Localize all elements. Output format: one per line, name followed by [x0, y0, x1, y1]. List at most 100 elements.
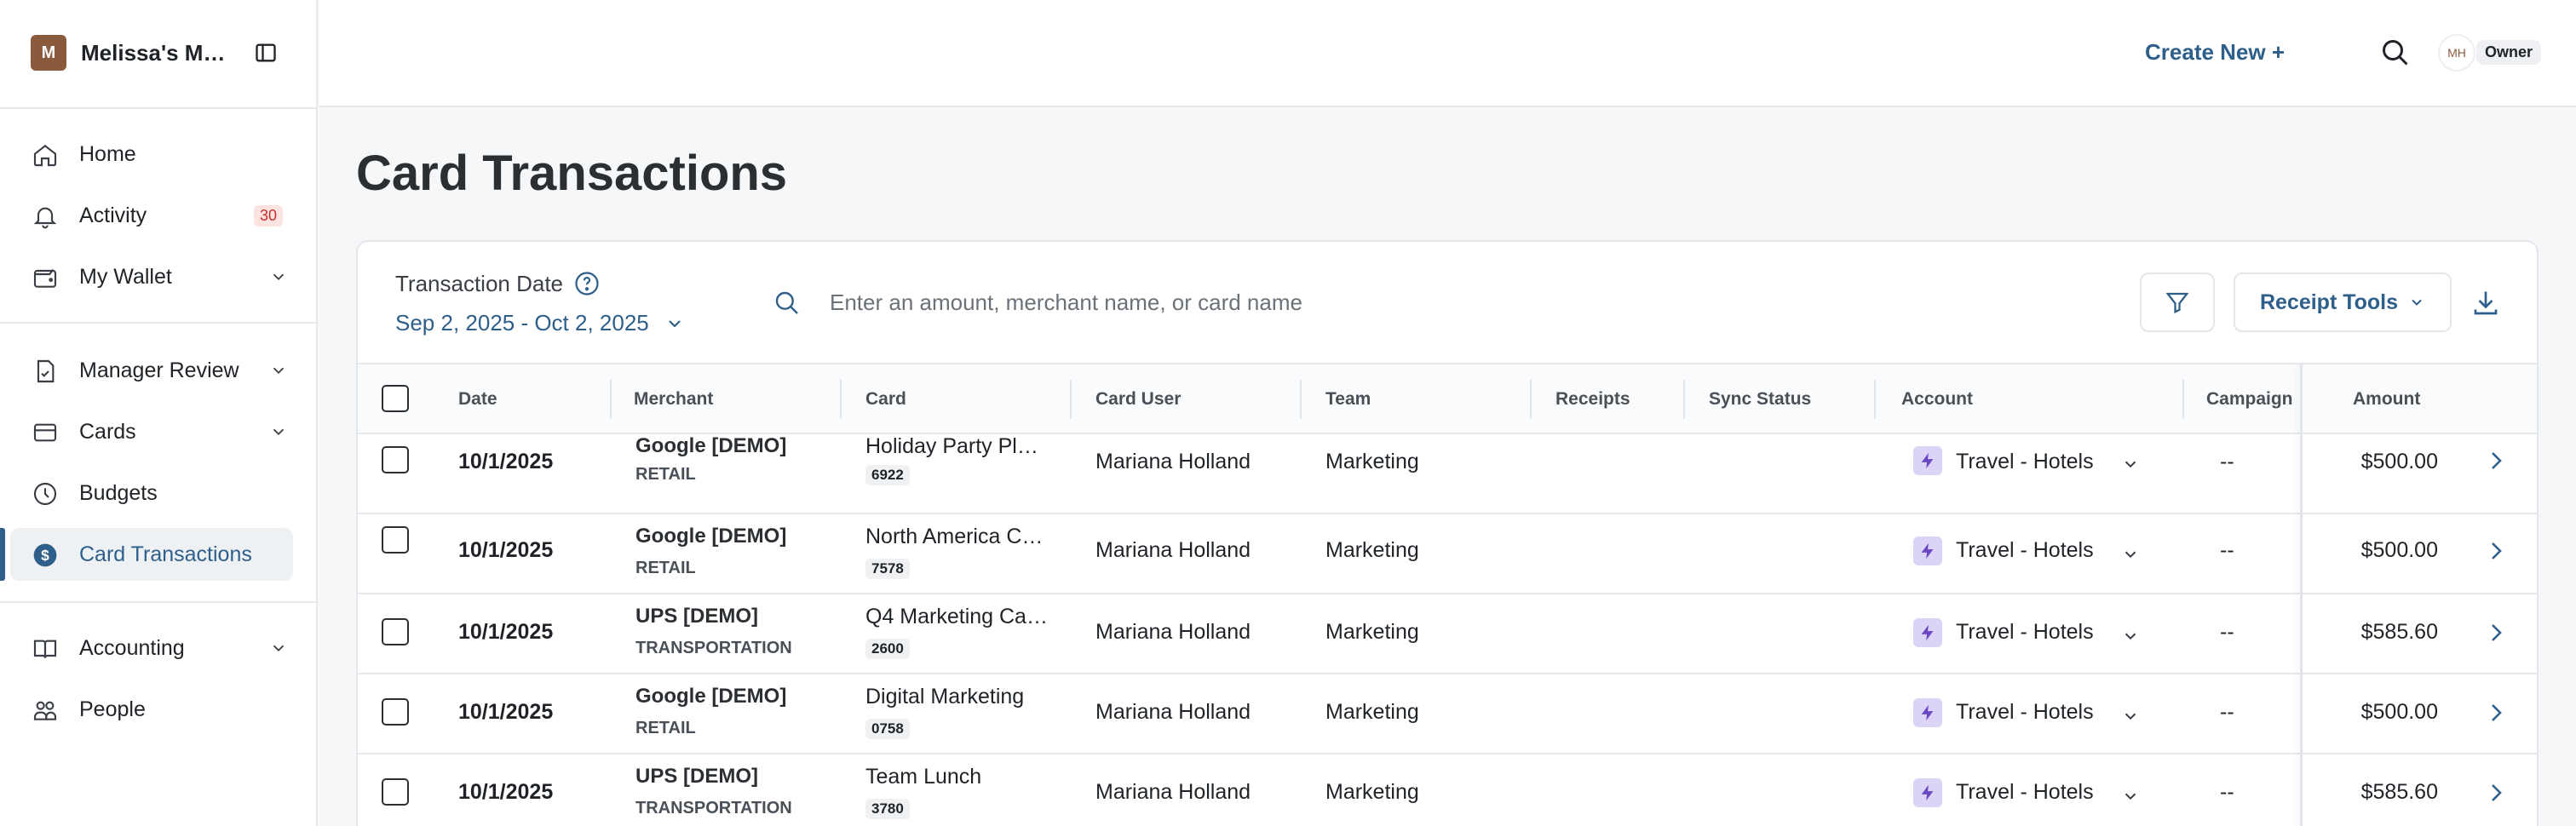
sidebar-item-label: Activity [79, 203, 147, 227]
table-row[interactable]: 10/1/2025 Google [DEMO] RETAIL North Ame… [358, 514, 2537, 594]
review-icon [31, 357, 60, 386]
sidebar-item-home[interactable]: Home [10, 128, 293, 181]
column-header-amount[interactable]: Amount [2353, 364, 2420, 434]
chevron-right-icon[interactable] [2486, 700, 2506, 726]
sidebar-item-people[interactable]: People [10, 683, 293, 736]
home-icon [31, 141, 60, 169]
row-amount: $585.60 [2360, 780, 2438, 804]
row-account[interactable]: Travel - Hotels [1956, 780, 2094, 805]
select-all-checkbox[interactable] [382, 385, 409, 412]
chevron-down-icon [273, 367, 285, 375]
chevron-down-icon [273, 428, 285, 436]
column-header-card-user[interactable]: Card User [1095, 364, 1181, 434]
search-icon [775, 291, 798, 314]
receipt-tools-button[interactable]: Receipt Tools [2234, 272, 2452, 332]
row-campaign: -- [2220, 538, 2234, 562]
row-card-user: Mariana Holland [1095, 620, 1251, 644]
column-header-campaign[interactable]: Campaign [2206, 364, 2293, 434]
row-card-name: North America Conference [865, 525, 1048, 548]
filter-button[interactable] [2140, 272, 2215, 332]
transactions-panel: Transaction Date Sep 2, 2025 - Oct 2, 20… [356, 240, 2539, 826]
create-new-button[interactable]: Create New + [2145, 39, 2285, 66]
sidebar-item-label: Manager Review [79, 358, 239, 382]
row-merchant-category: TRANSPORTATION [635, 639, 792, 657]
sidebar-item-budgets[interactable]: Budgets [10, 467, 293, 519]
card-icon [31, 418, 60, 447]
row-account[interactable]: Travel - Hotels [1956, 538, 2094, 563]
column-header-merchant[interactable]: Merchant [634, 364, 713, 434]
chevron-down-icon[interactable] [2121, 455, 2140, 473]
chevron-down-icon[interactable] [2121, 787, 2140, 806]
date-range-value: Sep 2, 2025 - Oct 2, 2025 [395, 310, 649, 336]
row-checkbox[interactable] [382, 618, 409, 645]
active-indicator [0, 528, 5, 581]
table-row[interactable]: 10/1/2025 UPS [DEMO] TRANSPORTATION Team… [358, 754, 2537, 826]
filter-icon [2165, 292, 2189, 314]
row-checkbox[interactable] [382, 526, 409, 554]
sidebar-item-label: Home [79, 141, 136, 166]
column-header-team[interactable]: Team [1325, 364, 1371, 434]
column-header-receipts[interactable]: Receipts [1555, 364, 1630, 434]
chevron-right-icon[interactable] [2486, 448, 2506, 473]
workspace-avatar: M [31, 35, 66, 71]
search-input[interactable] [830, 283, 1596, 322]
row-date: 10/1/2025 [458, 450, 554, 473]
row-card-user: Mariana Holland [1095, 538, 1251, 562]
search-icon[interactable] [2380, 37, 2411, 68]
table-row[interactable]: 10/1/2025 UPS [DEMO] TRANSPORTATION Q4 M… [358, 594, 2537, 674]
help-icon[interactable] [574, 271, 600, 296]
row-team: Marketing [1325, 700, 1419, 724]
column-header-account[interactable]: Account [1901, 364, 1973, 434]
lightning-icon [1913, 778, 1942, 807]
row-account[interactable]: Travel - Hotels [1956, 450, 2094, 474]
row-checkbox[interactable] [382, 446, 409, 473]
chevron-down-icon [273, 645, 285, 652]
workspace-switcher[interactable]: M Melissa's Meadows [31, 34, 286, 72]
row-checkbox[interactable] [382, 778, 409, 806]
sidebar-item-activity[interactable]: Activity 30 [10, 189, 293, 242]
column-header-date[interactable]: Date [458, 364, 497, 434]
chevron-down-icon[interactable] [2121, 545, 2140, 564]
row-date: 10/1/2025 [458, 700, 554, 724]
sidebar-toggle-icon[interactable] [254, 41, 278, 65]
date-range-picker[interactable]: Sep 2, 2025 - Oct 2, 2025 [395, 310, 685, 336]
chevron-down-icon[interactable] [2121, 627, 2140, 645]
receipt-tools-label: Receipt Tools [2259, 290, 2399, 314]
row-merchant-category: TRANSPORTATION [635, 799, 792, 817]
column-header-sync-status[interactable]: Sync Status [1709, 364, 1811, 434]
chevron-right-icon[interactable] [2486, 538, 2506, 564]
table-row[interactable]: 10/1/2025 Google [DEMO] RETAIL Holiday P… [358, 434, 2537, 514]
row-merchant: UPS [DEMO] [635, 605, 758, 628]
sidebar-item-manager-review[interactable]: Manager Review [10, 344, 293, 397]
row-checkbox[interactable] [382, 698, 409, 726]
chevron-right-icon[interactable] [2486, 620, 2506, 645]
column-separator [610, 380, 612, 419]
sidebar-item-label: Accounting [79, 635, 185, 660]
sidebar-item-my-wallet[interactable]: My Wallet [10, 250, 293, 303]
row-account[interactable]: Travel - Hotels [1956, 700, 2094, 725]
chevron-down-icon[interactable] [2121, 707, 2140, 726]
sidebar-item-label: My Wallet [79, 264, 172, 289]
lightning-icon [1913, 446, 1942, 475]
chevron-down-icon [273, 273, 285, 281]
sidebar: M Melissa's Meadows Home Activity 30 My … [0, 0, 318, 826]
user-avatar[interactable]: MH [2438, 34, 2475, 72]
download-icon[interactable] [2470, 288, 2501, 318]
row-card-last4: 7578 [865, 559, 910, 579]
row-account[interactable]: Travel - Hotels [1956, 620, 2094, 645]
sidebar-item-accounting[interactable]: Accounting [10, 622, 293, 674]
column-separator [840, 380, 842, 419]
sidebar-divider [0, 322, 318, 324]
row-team: Marketing [1325, 620, 1419, 644]
chevron-right-icon[interactable] [2486, 780, 2506, 806]
row-team: Marketing [1325, 450, 1419, 473]
sidebar-item-cards[interactable]: Cards [10, 405, 293, 458]
column-header-card[interactable]: Card [865, 364, 906, 434]
chevron-down-icon [2412, 299, 2422, 306]
row-card-user: Mariana Holland [1095, 780, 1251, 804]
sidebar-item-card-transactions[interactable]: $ Card Transactions [10, 528, 293, 581]
table-row[interactable]: 10/1/2025 Google [DEMO] RETAIL Digital M… [358, 674, 2537, 754]
dollar-icon: $ [31, 541, 60, 570]
row-merchant-category: RETAIL [635, 719, 696, 737]
column-separator [1683, 380, 1685, 419]
